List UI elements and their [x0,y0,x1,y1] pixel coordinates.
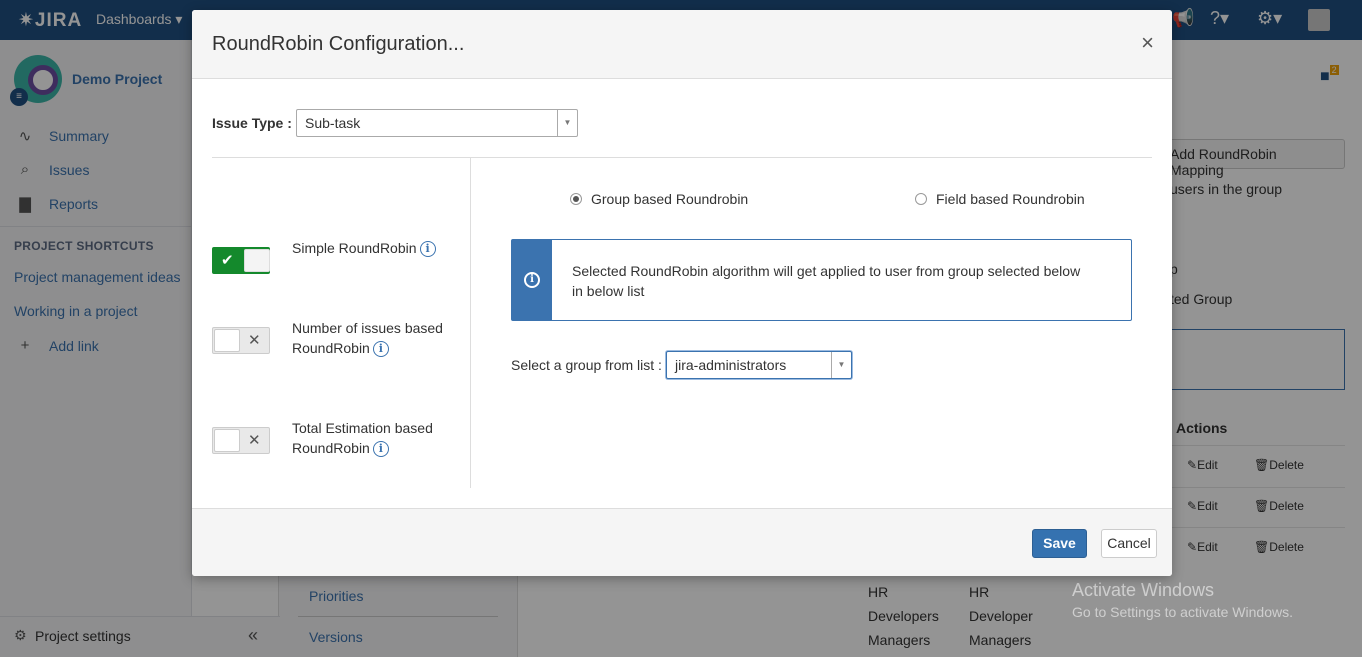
simple-roundrobin-toggle[interactable]: ✔ [212,247,270,274]
estimation-based-roundrobin-label: Total Estimation based RoundRobin i [292,420,433,458]
issue-type-value: Sub-task [305,115,361,131]
field-based-radio-label: Field based Roundrobin [936,191,1085,207]
field-based-radio[interactable] [915,193,927,205]
info-message: Selected RoundRobin algorithm will get a… [572,263,1081,299]
simple-roundrobin-label: Simple RoundRobin i [292,238,436,258]
toggle-knob [244,249,270,272]
group-based-radio-label: Group based Roundrobin [591,191,749,207]
windows-watermark-title: Activate Windows [1072,580,1215,600]
group-based-radio-option[interactable]: Group based Roundrobin [570,191,748,207]
dialog-title: RoundRobin Configuration... [212,33,465,55]
toggle-knob [214,429,240,452]
issue-type-select[interactable]: Sub-task ▼ [296,109,578,137]
x-icon: ✕ [248,332,261,349]
roundrobin-config-dialog: RoundRobin Configuration... × Issue Type… [192,10,1172,576]
group-select[interactable]: jira-administrators ▼ [666,351,852,379]
windows-watermark-subtitle: Go to Settings to activate Windows. [1072,604,1293,620]
dialog-footer: Save Cancel [192,508,1172,576]
group-based-radio[interactable] [570,193,582,205]
info-icon[interactable]: i [372,441,389,458]
info-message-box: i Selected RoundRobin algorithm will get… [511,239,1132,321]
save-button[interactable]: Save [1032,529,1087,558]
issues-based-roundrobin-label: Number of issues based RoundRobin i [292,320,443,358]
info-bar: i [512,240,552,320]
section-divider [212,157,1152,158]
toggle-knob [214,329,240,352]
close-icon[interactable]: × [1141,30,1154,56]
info-icon[interactable]: i [372,341,389,358]
group-select-value: jira-administrators [675,357,787,373]
field-based-radio-option[interactable]: Field based Roundrobin [915,191,1085,207]
estimation-based-roundrobin-toggle[interactable]: ✕ [212,427,270,454]
issues-based-roundrobin-toggle[interactable]: ✕ [212,327,270,354]
chevron-down-icon: ▼ [557,110,577,136]
column-divider [470,158,471,488]
group-select-label: Select a group from list : [511,357,662,373]
info-icon[interactable]: i [419,241,436,258]
chevron-down-icon: ▼ [831,352,851,378]
x-icon: ✕ [248,432,261,449]
check-icon: ✔ [221,252,234,269]
cancel-button[interactable]: Cancel [1101,529,1157,558]
issue-type-label: Issue Type : [212,115,292,131]
dialog-header: RoundRobin Configuration... × [192,10,1172,79]
info-icon: i [524,272,540,288]
